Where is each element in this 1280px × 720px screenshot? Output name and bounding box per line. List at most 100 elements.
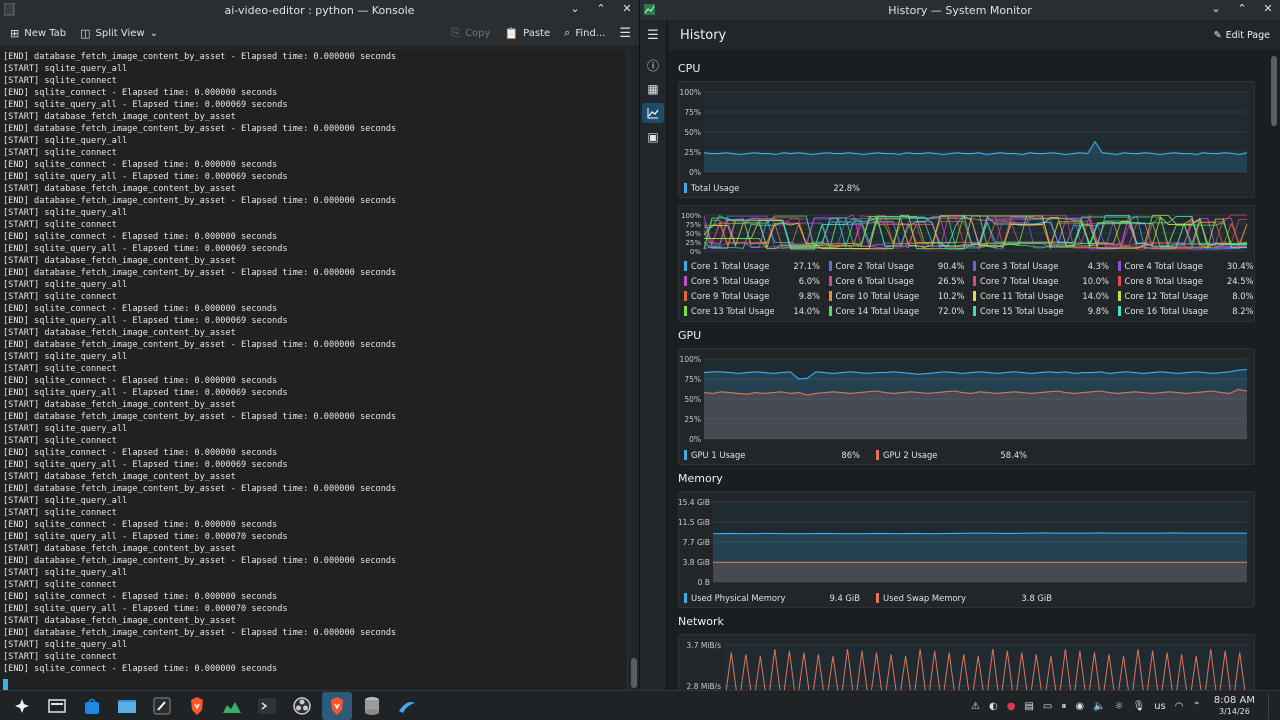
page-scrollbar[interactable] [1268,50,1280,690]
legend-value: 24.5% [1226,276,1254,286]
minimize-icon[interactable]: ⌄ [569,2,581,15]
launcher-icon[interactable] [7,692,37,720]
legend-swatch [684,306,687,316]
legend-label: GPU 1 Usage [691,450,746,460]
help-icon[interactable]: ⓘ [642,55,664,75]
terminal-line: [END] database_fetch_image_content_by_as… [3,628,397,638]
y-tick-label: 0 B [698,578,710,587]
minimize-icon[interactable]: ⌄ [1210,2,1222,15]
y-tick-label: 75% [684,375,701,384]
updates-icon[interactable]: ◉ [1075,701,1084,712]
terminal-line: [START] sqlite_connect [3,148,117,158]
scrollbar-thumb[interactable] [1271,56,1277,126]
legend-label: Total Usage [691,183,740,193]
legend-swatch [828,261,832,271]
terminal-line: [START] sqlite_query_all [3,640,128,650]
database-icon[interactable] [357,692,387,720]
brightness-icon[interactable]: ☼ [1115,701,1124,712]
search-icon: ⌕ [564,26,571,39]
maximize-icon[interactable]: ⌃ [1236,2,1248,15]
cpu-total-chart-card: 100% 75% 50% 25% 0% Total Usage 22.8% [678,81,1255,198]
microphone-icon[interactable]: 🎙 [1133,701,1146,712]
activity-icon[interactable]: ◐ [989,701,998,712]
legend-label: Core 6 Total Usage [835,276,914,286]
storage-icon[interactable]: ▭ [1043,701,1052,712]
legend-item: Total Usage 22.8% [684,183,860,193]
legend-value: 30.4% [1226,261,1254,271]
copy-button[interactable]: ⎘ Copy [451,26,490,40]
legend-swatch [876,450,879,460]
terminal-line: [END] database_fetch_image_content_by_as… [3,556,397,566]
hamburger-menu-button[interactable]: ☰ [619,26,631,41]
legend-swatch [973,276,976,286]
memory-chart-card: 15.4 GiB 11.5 GiB 7.7 GiB 3.8 GiB 0 B Used Ph… [678,491,1255,608]
konsole-titlebar[interactable]: ai-video-editor : python — Konsole ⌄ ⌃ ✕ [0,0,639,20]
close-icon[interactable]: ✕ [621,2,633,15]
terminal-line: [END] sqlite_query_all - Elapsed time: 0… [3,100,288,110]
edit-page-button[interactable]: ✎ Edit Page [1214,30,1270,41]
legend-swatch [828,276,832,286]
legend-value: 90.4% [937,261,965,271]
show-desktop-icon[interactable] [1268,693,1274,719]
terminal-line: [START] sqlite_query_all [3,136,128,146]
split-view-button[interactable]: ◫ Split View ⌄ [80,27,158,40]
legend-swatch [1117,306,1121,316]
terminal-line: [END] sqlite_connect - Elapsed time: 0.0… [3,520,278,530]
record-icon[interactable]: ● [1007,701,1016,712]
legend-item: Core 6 Total Usage 26.5% [828,276,965,286]
brave-icon[interactable] [322,691,352,720]
network-chart-svg: 3.7 MiB/s2.8 MiB/s1.8 MiB/s [687,641,1247,690]
y-tick-label: 75% [685,221,701,229]
discover-icon[interactable] [77,692,107,720]
wifi-icon[interactable]: ◠ [1175,701,1184,712]
legend-item: Core 10 Total Usage 10.2% [828,291,965,301]
y-tick-label: 0% [689,168,701,177]
close-icon[interactable]: ✕ [1262,2,1274,15]
scrollbar-thumb[interactable] [631,658,637,688]
legend-item: Core 5 Total Usage 6.0% [684,276,820,286]
maximize-icon[interactable]: ⌃ [595,2,607,15]
keyboard-layout[interactable]: us [1154,701,1166,712]
overview-icon[interactable] [42,692,72,720]
notifications-icon[interactable]: ⚠ [971,701,980,712]
apps-grid-icon[interactable]: ▦ [642,79,664,99]
clock[interactable]: 8:08 AM 3/14/26 [1214,695,1255,717]
legend-value: 3.8 GiB [1021,593,1052,603]
terminal-line: [END] sqlite_connect - Elapsed time: 0.0… [3,448,278,458]
terminal-line: [START] sqlite_connect [3,292,117,302]
terminal-icon[interactable] [252,692,282,720]
system-monitor-titlebar[interactable]: History — System Monitor ⌄ ⌃ ✕ [640,0,1280,20]
legend-value: 27.1% [793,261,820,271]
legend-label: Core 1 Total Usage [691,261,770,271]
system-monitor-icon[interactable] [217,692,247,720]
legend-value: 86% [841,450,860,460]
system-monitor-window: History — System Monitor ⌄ ⌃ ✕ ☰ ⓘ ▦ ▣ H… [640,0,1280,690]
find-button[interactable]: ⌕ Find... [564,26,605,40]
hamburger-menu-icon[interactable]: ☰ [642,25,664,45]
terminal-scrollbar[interactable] [627,50,639,690]
wayland-icon[interactable] [392,692,422,720]
files-icon[interactable] [112,692,142,720]
volume-icon[interactable]: 🔈 [1093,701,1105,712]
legend-item: Core 9 Total Usage 9.8% [684,291,820,301]
y-tick-label: 50% [684,395,701,404]
processes-icon[interactable]: ▣ [642,127,664,147]
split-view-icon: ◫ [80,26,91,40]
terminal-output[interactable]: [END] database_fetch_image_content_by_as… [0,50,627,690]
brave-icon[interactable] [182,692,212,720]
editor-icon[interactable] [147,692,177,720]
chevron-up-icon[interactable]: ⌃ [1193,701,1201,712]
paste-button[interactable]: 📋 Paste [504,27,550,40]
legend-value: 14.0% [1082,291,1109,301]
media-player-icon[interactable]: ⏸ [1061,701,1066,712]
y-tick-label: 100% [680,355,701,364]
section-title-gpu: GPU [678,329,702,342]
y-tick-label: 0% [689,435,701,444]
terminal-line: [END] sqlite_connect - Elapsed time: 0.0… [3,664,278,674]
history-chart-icon[interactable] [642,103,664,123]
obs-icon[interactable] [287,692,317,720]
legend-label: Core 5 Total Usage [691,276,770,286]
legend-swatch [684,183,687,193]
clipboard-icon[interactable]: ▤ [1024,701,1033,712]
new-tab-button[interactable]: ⊞ New Tab [10,27,66,40]
